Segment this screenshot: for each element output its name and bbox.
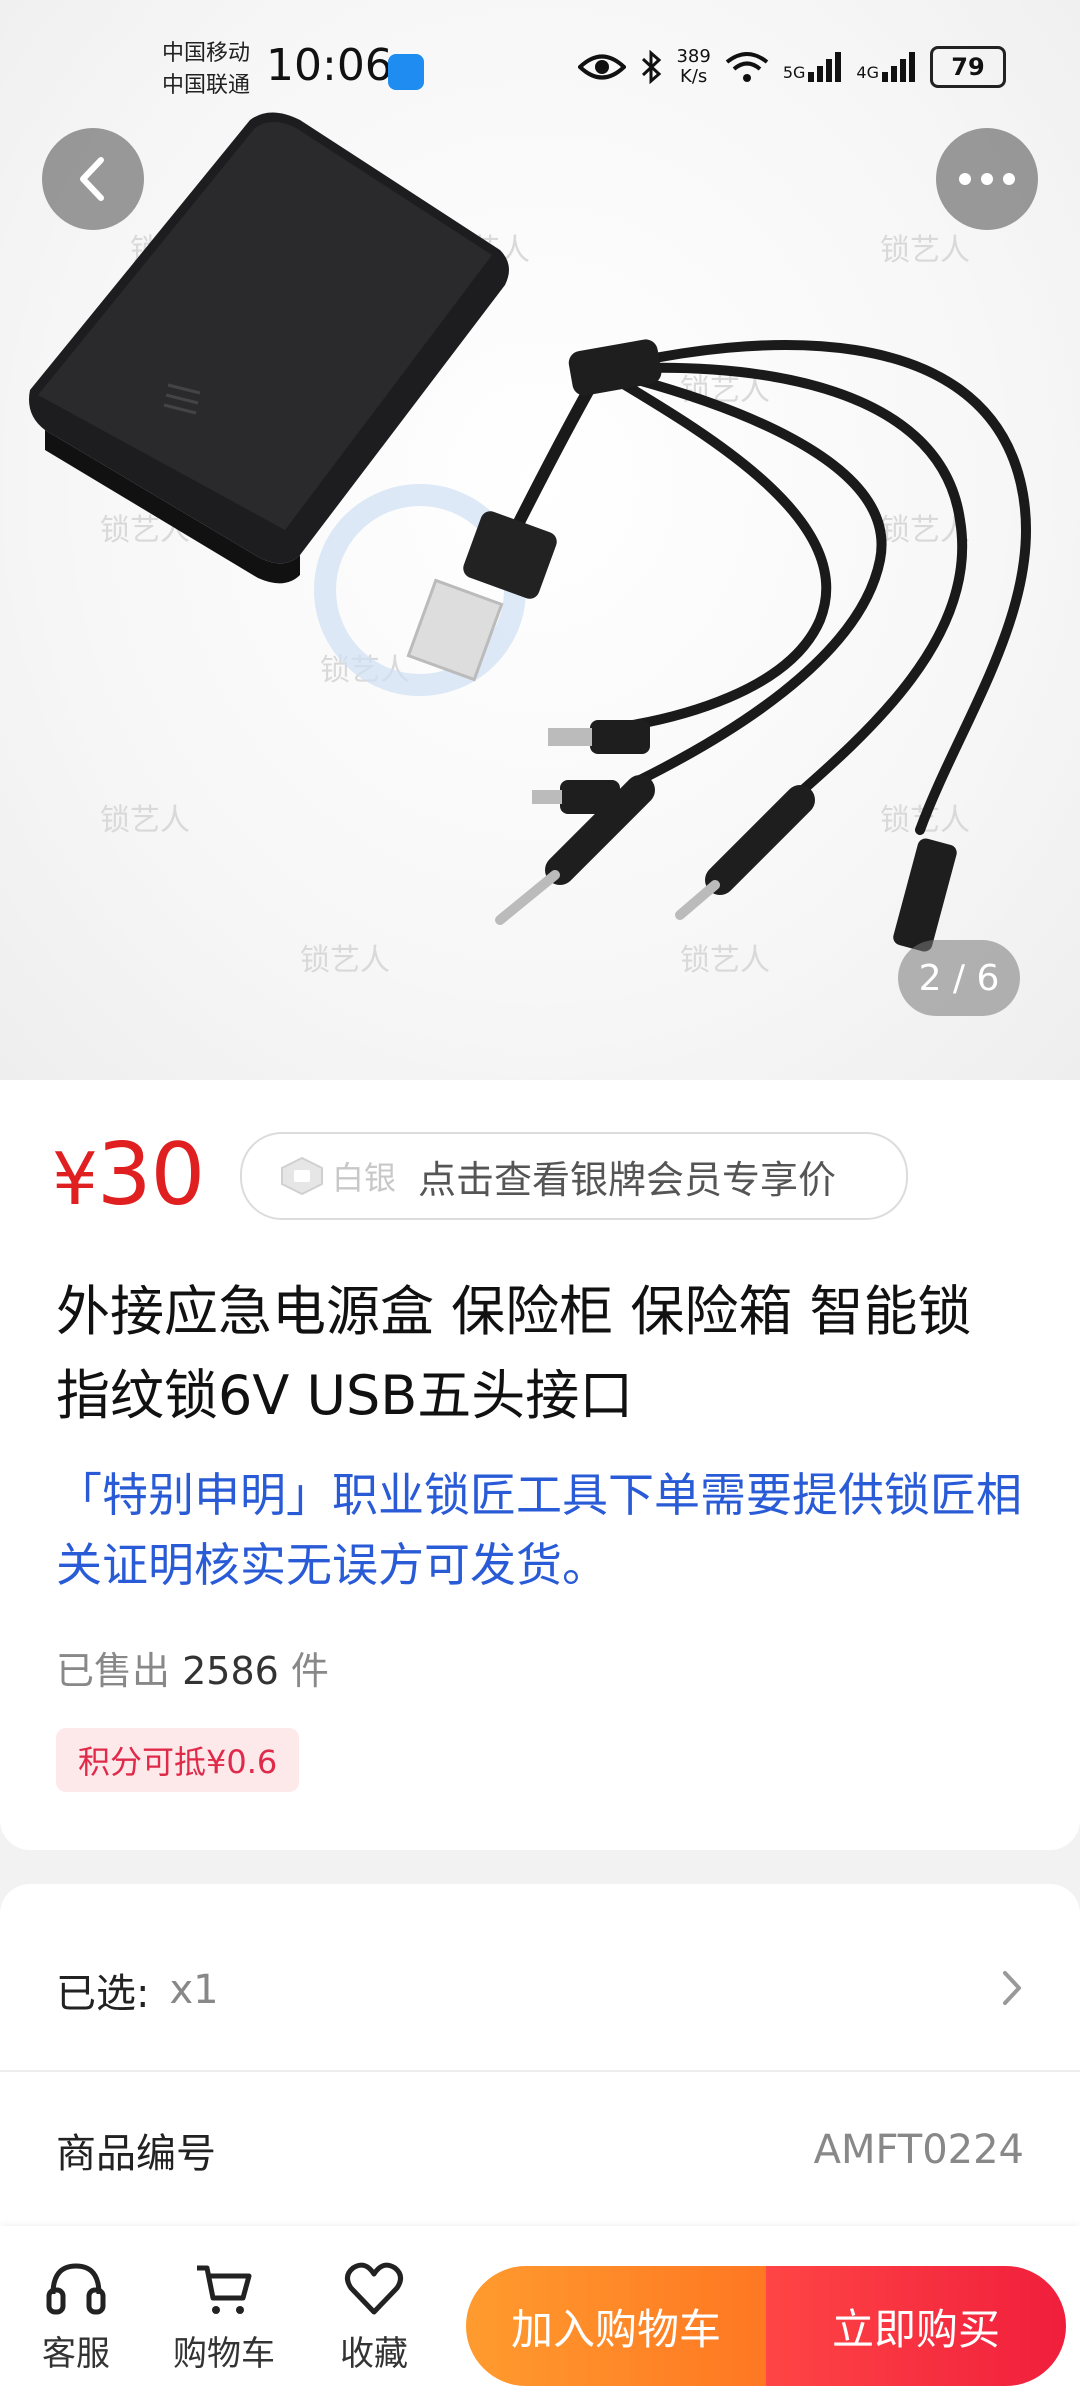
member-tag: 白银: [332, 1159, 397, 1197]
price: ¥30: [52, 1125, 205, 1225]
sold-prefix: 已售出: [56, 1649, 171, 1693]
sku-label: 商品编号: [56, 2131, 216, 2177]
more-button[interactable]: [936, 128, 1038, 230]
watermark: 锁艺人: [300, 943, 390, 978]
carrier-2: 中国联通: [162, 73, 251, 98]
buy-now-button[interactable]: 立即购买: [766, 2266, 1066, 2386]
customer-service-label: 客服: [42, 2334, 110, 2374]
selected-label: 已选:: [56, 1971, 150, 2017]
more-dots-icon: [959, 173, 1015, 185]
usb-cables: [494, 340, 1031, 835]
selected-value: x1: [169, 1967, 219, 2013]
heart-icon: [345, 2262, 403, 2315]
member-price-text: 点击查看银牌会员专享价: [418, 1157, 837, 1202]
headset-icon: [46, 2263, 106, 2315]
signal-4g-label: 4G: [856, 63, 879, 82]
cart-button[interactable]: 购物车: [164, 2260, 284, 2390]
member-price-button[interactable]: 白银 点击查看银牌会员专享价: [240, 1132, 908, 1220]
customer-service-button[interactable]: 客服: [16, 2260, 136, 2390]
sku-row: 商品编号 AMFT0224: [56, 2110, 1024, 2190]
product-photo: 锁艺人 锁艺人 锁艺人 锁艺人 锁艺人 锁艺人 锁艺人 锁艺人 锁艺人 锁艺人 …: [29, 112, 1031, 978]
watermark: 锁艺人: [680, 943, 770, 978]
chevron-left-icon: [80, 157, 104, 201]
eye-icon: [578, 54, 627, 80]
carrier-1: 中国移动: [162, 41, 251, 66]
sold-count: 已售出 2586 件: [56, 1640, 329, 1695]
selected-spec-row[interactable]: 已选: x1: [56, 1950, 1024, 2030]
cart-label: 购物车: [173, 2334, 275, 2374]
signal-bars-icon: [882, 52, 915, 82]
chevron-right-icon: [1003, 1971, 1021, 2005]
signal-bars-icon: [808, 52, 842, 82]
divider: [0, 2070, 1080, 2072]
favorite-button[interactable]: 收藏: [314, 2260, 434, 2390]
signal-5g-label: 5G: [782, 63, 806, 82]
signal-4g: 4G: [856, 52, 916, 82]
points-deduction-tag: 积分可抵¥0.6: [56, 1728, 300, 1792]
back-button[interactable]: [42, 128, 144, 230]
status-time: 10:06: [266, 40, 393, 91]
net-speed-value: 389: [676, 46, 711, 67]
shopping-cart-icon: [197, 2265, 252, 2314]
watermark: 锁艺人: [880, 233, 970, 268]
product-image-gallery[interactable]: 锁艺人 锁艺人 锁艺人 锁艺人 锁艺人 锁艺人 锁艺人 锁艺人 锁艺人 锁艺人 …: [0, 0, 1080, 1080]
status-bar: 中国移动 中国联通 10:06 389 K/s 5G 4G 79: [0, 0, 1080, 150]
battery-indicator: 79: [930, 46, 1006, 88]
app-notification-icon: [388, 54, 424, 90]
sold-unit: 件: [290, 1649, 329, 1693]
carrier-info: 中国移动 中国联通: [162, 38, 250, 102]
sku-value: AMFT0224: [813, 2127, 1024, 2173]
image-page-indicator: 2 / 6: [898, 940, 1020, 1016]
favorite-label: 收藏: [340, 2334, 408, 2374]
status-icons: 389 K/s 5G 4G 79: [578, 46, 1006, 88]
net-speed-unit: K/s: [680, 66, 708, 87]
silver-badge-icon: [281, 1156, 323, 1196]
watermark: 锁艺人: [100, 803, 190, 838]
price-symbol: ¥: [52, 1137, 98, 1221]
special-notice: 「特别申明」职业锁匠工具下单需要提供锁匠相关证明核实无误方可发货。: [56, 1468, 1022, 1592]
product-title: 外接应急电源盒 保险柜 保险箱 智能锁 指纹锁6V USB五头接口: [56, 1280, 972, 1427]
add-to-cart-button[interactable]: 加入购物车: [466, 2266, 766, 2386]
bluetooth-icon: [642, 50, 662, 84]
network-speed: 389 K/s: [676, 47, 710, 87]
price-value: 30: [96, 1125, 205, 1225]
wifi-icon: [725, 52, 769, 82]
sold-number: 2586: [182, 1649, 279, 1693]
signal-5g: 5G: [783, 52, 843, 82]
